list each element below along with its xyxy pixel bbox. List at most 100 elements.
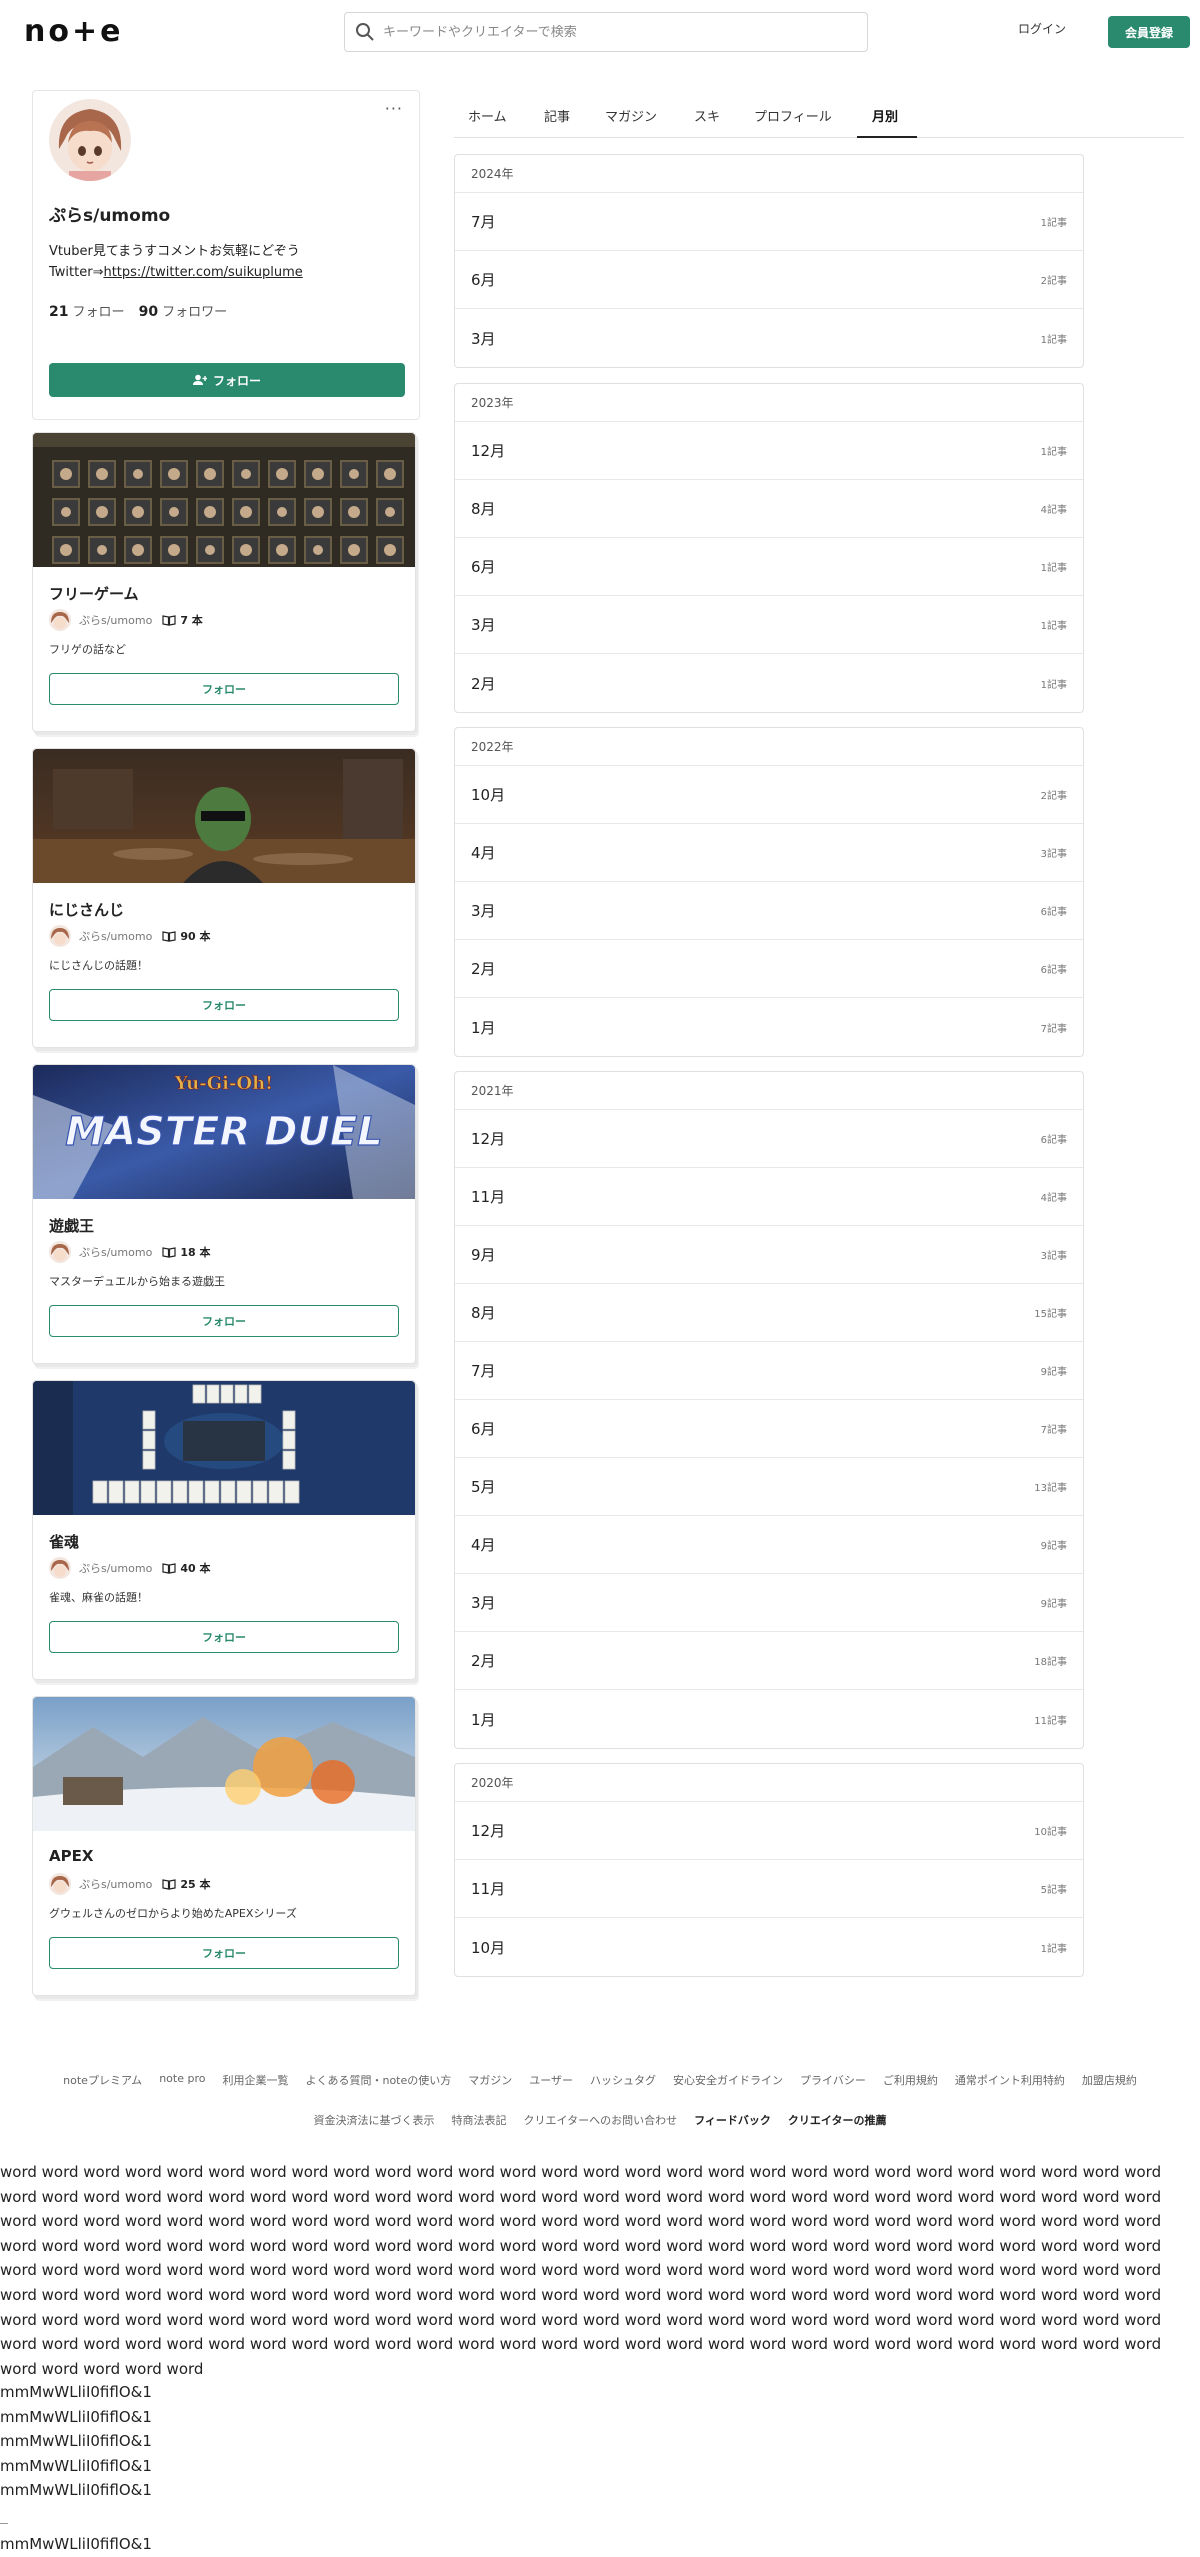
magazine-card[interactable]: APEX ぷらs/umomo 25 本 グウェルさんのゼロからより始めたAPEX… xyxy=(32,1696,416,1996)
archive-month-row[interactable]: 1月 11記事 xyxy=(455,1690,1083,1748)
archive-month-row[interactable]: 3月 9記事 xyxy=(455,1574,1083,1632)
footer-link[interactable]: プライバシー xyxy=(800,2072,866,2088)
following-count[interactable]: 21 xyxy=(49,304,68,320)
magazine-follow-button[interactable]: フォロー xyxy=(49,1305,399,1337)
magazine-title[interactable]: フリーゲーム xyxy=(49,583,139,604)
archive-month-row[interactable]: 12月 10記事 xyxy=(455,1802,1083,1860)
avatar[interactable] xyxy=(49,925,71,947)
magazine-thumbnail[interactable] xyxy=(33,749,415,883)
magazine-card[interactable]: にじさんじ ぷらs/umomo 90 本 にじさんじの話題！ フォロー xyxy=(32,748,416,1048)
footer-link[interactable]: クリエイターへのお問い合わせ xyxy=(524,2112,678,2128)
tab-profile[interactable]: プロフィール xyxy=(754,106,832,125)
archive-month-row[interactable]: 6月 1記事 xyxy=(455,538,1083,596)
archive-month-row[interactable]: 6月 2記事 xyxy=(455,251,1083,309)
more-options-icon[interactable]: ··· xyxy=(385,99,403,118)
archive-month-row[interactable]: 8月 4記事 xyxy=(455,480,1083,538)
signup-button[interactable]: 会員登録 xyxy=(1108,16,1190,48)
magazine-thumbnail[interactable] xyxy=(33,1381,415,1515)
profile-follow-button[interactable]: フォロー xyxy=(49,363,405,397)
magazine-follow-button[interactable]: フォロー xyxy=(49,989,399,1021)
magazine-title[interactable]: APEX xyxy=(49,1847,93,1865)
archive-month-row[interactable]: 7月 9記事 xyxy=(455,1342,1083,1400)
footer-link[interactable]: 安心安全ガイドライン xyxy=(673,2072,783,2088)
avatar[interactable] xyxy=(49,609,71,631)
month-label: 12月 xyxy=(471,1130,506,1148)
footer-link[interactable]: 特商法表記 xyxy=(452,2112,507,2128)
magazine-author[interactable]: ぷらs/umomo xyxy=(79,1244,152,1260)
footer-link[interactable]: note pro xyxy=(159,2072,205,2088)
archive-month-row[interactable]: 2月 18記事 xyxy=(455,1632,1083,1690)
tab-likes[interactable]: スキ xyxy=(694,106,720,125)
magazine-follow-button[interactable]: フォロー xyxy=(49,1937,399,1969)
archive-month-row[interactable]: 12月 6記事 xyxy=(455,1110,1083,1168)
creator-recommend-link[interactable]: クリエイターの推薦 xyxy=(788,2112,887,2128)
footer-link[interactable]: ユーザー xyxy=(529,2072,573,2088)
footer-link[interactable]: よくある質問・noteの使い方 xyxy=(305,2072,451,2088)
tab-monthly[interactable]: 月別 xyxy=(872,106,898,125)
following-label[interactable]: フォロー xyxy=(72,305,124,320)
avatar[interactable] xyxy=(49,1241,71,1263)
magazine-card[interactable]: フリーゲーム ぷらs/umomo 7 本 フリゲの話など フォロー xyxy=(32,432,416,732)
month-label: 12月 xyxy=(471,1822,506,1840)
archive-month-row[interactable]: 4月 3記事 xyxy=(455,824,1083,882)
magazine-title[interactable]: 遊戯王 xyxy=(49,1215,94,1236)
footer-link[interactable]: ハッシュタグ xyxy=(590,2072,656,2088)
magazine-author[interactable]: ぷらs/umomo xyxy=(79,1876,152,1892)
month-count: 18記事 xyxy=(1034,1657,1067,1668)
footer-link[interactable]: 資金決済法に基づく表示 xyxy=(314,2112,435,2128)
magazine-author[interactable]: ぷらs/umomo xyxy=(79,612,152,628)
archive-month-row[interactable]: 3月 1記事 xyxy=(455,596,1083,654)
archive-month-row[interactable]: 6月 7記事 xyxy=(455,1400,1083,1458)
tab-articles[interactable]: 記事 xyxy=(544,106,570,125)
archive-month-row[interactable]: 1月 7記事 xyxy=(455,998,1083,1056)
archive-month-row[interactable]: 10月 2記事 xyxy=(455,766,1083,824)
magazine-follow-button[interactable]: フォロー xyxy=(49,1621,399,1653)
archive-month-row[interactable]: 11月 4記事 xyxy=(455,1168,1083,1226)
archive-month-row[interactable]: 10月 1記事 xyxy=(455,1918,1083,1976)
archive-month-row[interactable]: 3月 6記事 xyxy=(455,882,1083,940)
thumb-logo-main: MASTER DUEL xyxy=(65,1109,382,1155)
magazine-card[interactable]: 雀魂 ぷらs/umomo 40 本 雀魂、麻雀の話題！ フォロー xyxy=(32,1380,416,1680)
note-logo[interactable]: no+e xyxy=(24,14,123,49)
magazine-author[interactable]: ぷらs/umomo xyxy=(79,928,152,944)
footer-link[interactable]: マガジン xyxy=(468,2072,512,2088)
feedback-link[interactable]: フィードバック xyxy=(694,2112,771,2128)
archive-month-row[interactable]: 4月 9記事 xyxy=(455,1516,1083,1574)
archive-month-row[interactable]: 12月 1記事 xyxy=(455,422,1083,480)
archive-month-row[interactable]: 5月 13記事 xyxy=(455,1458,1083,1516)
magazine-thumbnail[interactable] xyxy=(33,433,415,567)
avatar[interactable] xyxy=(49,1873,71,1895)
archive-month-row[interactable]: 2月 1記事 xyxy=(455,654,1083,712)
archive-month-row[interactable]: 8月 15記事 xyxy=(455,1284,1083,1342)
archive-month-row[interactable]: 11月 5記事 xyxy=(455,1860,1083,1918)
nijisanji-thumbnail-image xyxy=(33,749,415,883)
magazine-author[interactable]: ぷらs/umomo xyxy=(79,1560,152,1576)
footer-link[interactable]: 通常ポイント利用特約 xyxy=(955,2072,1065,2088)
footer-link[interactable]: ご利用規約 xyxy=(883,2072,938,2088)
login-button[interactable]: ログイン xyxy=(1018,20,1066,37)
archive-month-row[interactable]: 3月 1記事 xyxy=(455,309,1083,367)
magazine-title[interactable]: にじさんじ xyxy=(49,899,124,920)
twitter-link[interactable]: https://twitter.com/suikuplume xyxy=(103,265,302,280)
footer-link[interactable]: 加盟店規約 xyxy=(1082,2072,1137,2088)
footer-link[interactable]: 利用企業一覧 xyxy=(222,2072,288,2088)
magazine-title[interactable]: 雀魂 xyxy=(49,1531,79,1552)
search-box[interactable] xyxy=(344,12,868,52)
archive-month-row[interactable]: 7月 1記事 xyxy=(455,193,1083,251)
tab-home[interactable]: ホーム xyxy=(468,106,507,125)
footer-link[interactable]: noteプレミアム xyxy=(63,2072,142,2088)
separator xyxy=(0,2523,8,2524)
magazine-thumbnail[interactable]: Yu-Gi-Oh! MASTER DUEL xyxy=(33,1065,415,1199)
magazine-card[interactable]: Yu-Gi-Oh! MASTER DUEL 遊戯王 ぷらs/umomo 18 本… xyxy=(32,1064,416,1364)
avatar[interactable] xyxy=(49,99,131,181)
followers-label[interactable]: フォロワー xyxy=(162,305,227,320)
tab-magazines[interactable]: マガジン xyxy=(605,106,657,125)
archive-month-row[interactable]: 9月 3記事 xyxy=(455,1226,1083,1284)
archive-month-row[interactable]: 2月 6記事 xyxy=(455,940,1083,998)
month-label: 12月 xyxy=(471,442,506,460)
followers-count[interactable]: 90 xyxy=(139,304,158,320)
search-input[interactable] xyxy=(383,24,843,40)
avatar[interactable] xyxy=(49,1557,71,1579)
magazine-thumbnail[interactable] xyxy=(33,1697,415,1831)
magazine-follow-button[interactable]: フォロー xyxy=(49,673,399,705)
